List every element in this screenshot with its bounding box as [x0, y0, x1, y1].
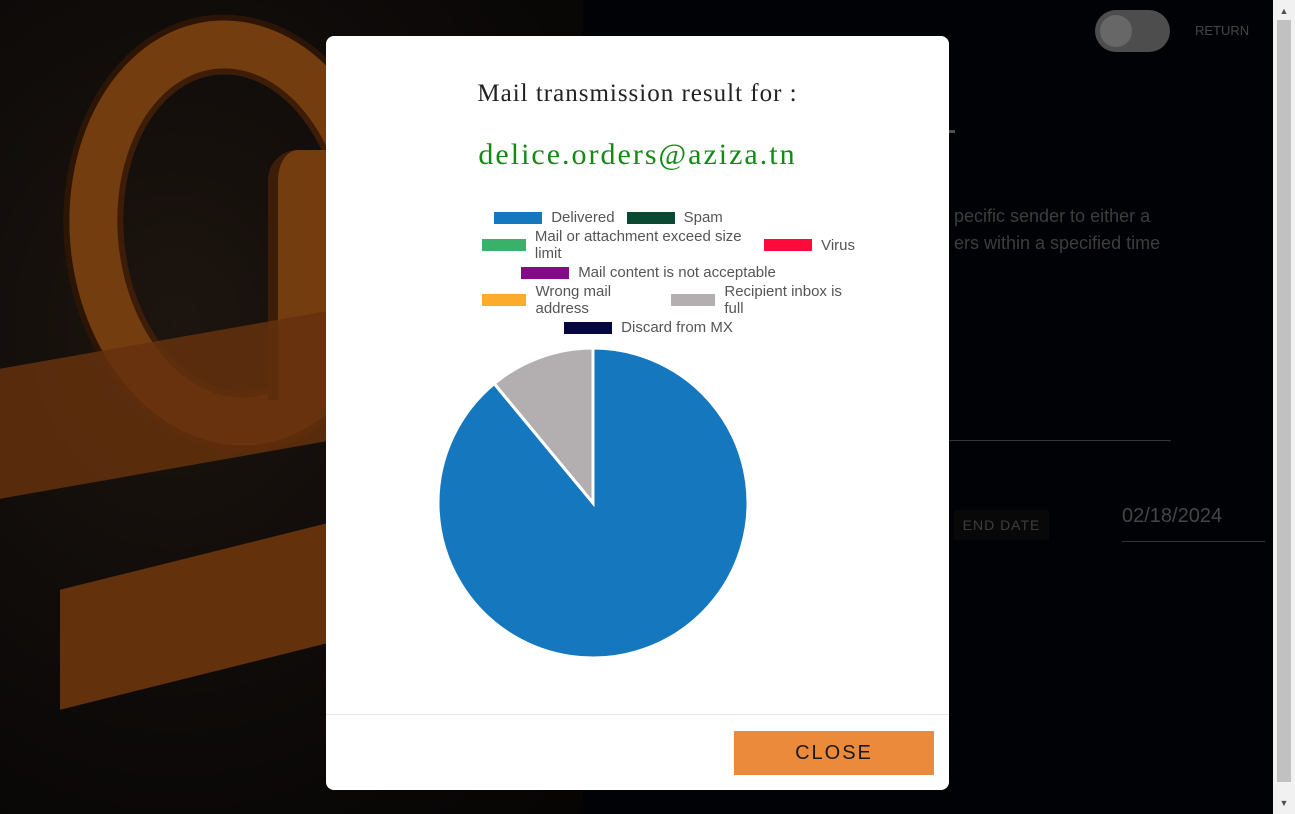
legend-label: Discard from MX: [621, 319, 733, 337]
legend-swatch: [764, 239, 813, 252]
scrollbar-thumb[interactable]: [1277, 20, 1291, 782]
sender-email: delice.orders@aziza.tn: [478, 138, 797, 171]
legend-swatch: [670, 294, 716, 307]
pie-chart: [436, 346, 750, 660]
legend-label: Mail content is not acceptable: [578, 264, 776, 282]
legend-label: Spam: [683, 209, 723, 227]
legend-swatch: [521, 266, 570, 279]
legend-label: Virus: [821, 236, 855, 254]
legend-swatch: [564, 321, 613, 334]
legend-swatch: [494, 211, 543, 224]
legend-item[interactable]: Discard from MX: [564, 319, 733, 336]
modal-title: Mail transmission result for :: [477, 80, 798, 107]
legend-item[interactable]: Spam: [626, 209, 723, 227]
close-button[interactable]: CLOSE: [734, 731, 934, 775]
legend-item[interactable]: Virus: [764, 237, 855, 254]
legend-label: Mail or attachment exceed size limit: [534, 228, 742, 263]
scroll-up-icon[interactable]: ▲: [1273, 2, 1295, 20]
legend-swatch: [626, 211, 675, 224]
scroll-down-icon[interactable]: ▼: [1273, 794, 1295, 812]
modal-footer: CLOSE: [326, 714, 949, 790]
legend-label: Delivered: [551, 209, 615, 227]
legend-swatch: [482, 294, 527, 307]
legend-item[interactable]: Delivered: [494, 209, 615, 227]
legend-item[interactable]: Mail or attachment exceed size limit: [482, 228, 752, 262]
legend-item[interactable]: Recipient inbox is full: [670, 283, 855, 318]
legend-item[interactable]: Mail content is not acceptable: [521, 264, 776, 281]
legend-label: Recipient inbox is full: [724, 283, 842, 318]
result-modal: Mail transmission result for : delice.or…: [326, 36, 949, 790]
legend-label: Wrong mail address: [535, 283, 612, 318]
legend-item[interactable]: Wrong mail address: [482, 283, 659, 317]
chart-legend: Delivered Spam Mail or attachment exceed…: [326, 204, 861, 342]
scrollbar[interactable]: ▲ ▼: [1273, 0, 1295, 814]
legend-swatch: [482, 239, 526, 252]
